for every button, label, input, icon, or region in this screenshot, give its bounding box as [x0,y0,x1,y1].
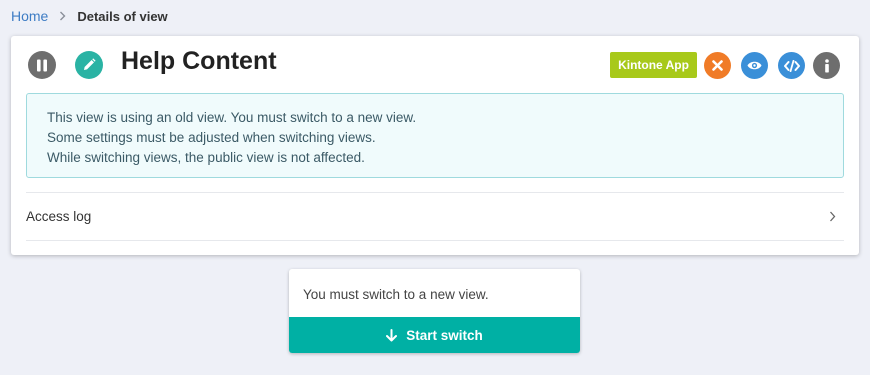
arrow-down-icon [386,328,398,342]
delete-button[interactable] [704,52,731,79]
switch-message: You must switch to a new view. [303,287,489,302]
breadcrumb: Home Details of view [11,7,168,25]
notice-line-1: This view is using an old view. You must… [47,110,417,125]
notice-line-3: While switching views, the public view i… [47,150,365,165]
pause-icon [36,59,48,72]
code-icon [783,59,800,72]
divider [26,240,844,241]
start-switch-label: Start switch [406,327,483,343]
notice-line-2: Some settings must be adjusted when swit… [47,130,376,145]
embed-code-button[interactable] [778,52,805,79]
info-icon [824,58,830,73]
preview-button[interactable] [741,52,768,79]
chevron-right-icon [59,11,66,21]
view-details-card: Help Content Kintone App This view is us… [11,36,859,255]
start-switch-button[interactable]: Start switch [289,317,580,353]
edit-button[interactable] [75,51,103,79]
pause-button[interactable] [28,51,56,79]
kintone-app-button[interactable]: Kintone App [610,52,697,78]
close-icon [712,60,723,71]
info-button[interactable] [813,52,840,79]
breadcrumb-current: Details of view [77,8,168,24]
breadcrumb-home-link[interactable]: Home [11,8,48,24]
access-log-label: Access log [26,209,92,224]
access-log-row[interactable]: Access log [26,193,844,240]
chevron-right-icon [829,211,836,222]
switch-view-card: You must switch to a new view. Start swi… [289,269,580,353]
pencil-icon [82,58,96,72]
page-title: Help Content [121,47,277,75]
eye-icon [747,60,762,71]
old-view-notice: This view is using an old view. You must… [26,93,844,178]
